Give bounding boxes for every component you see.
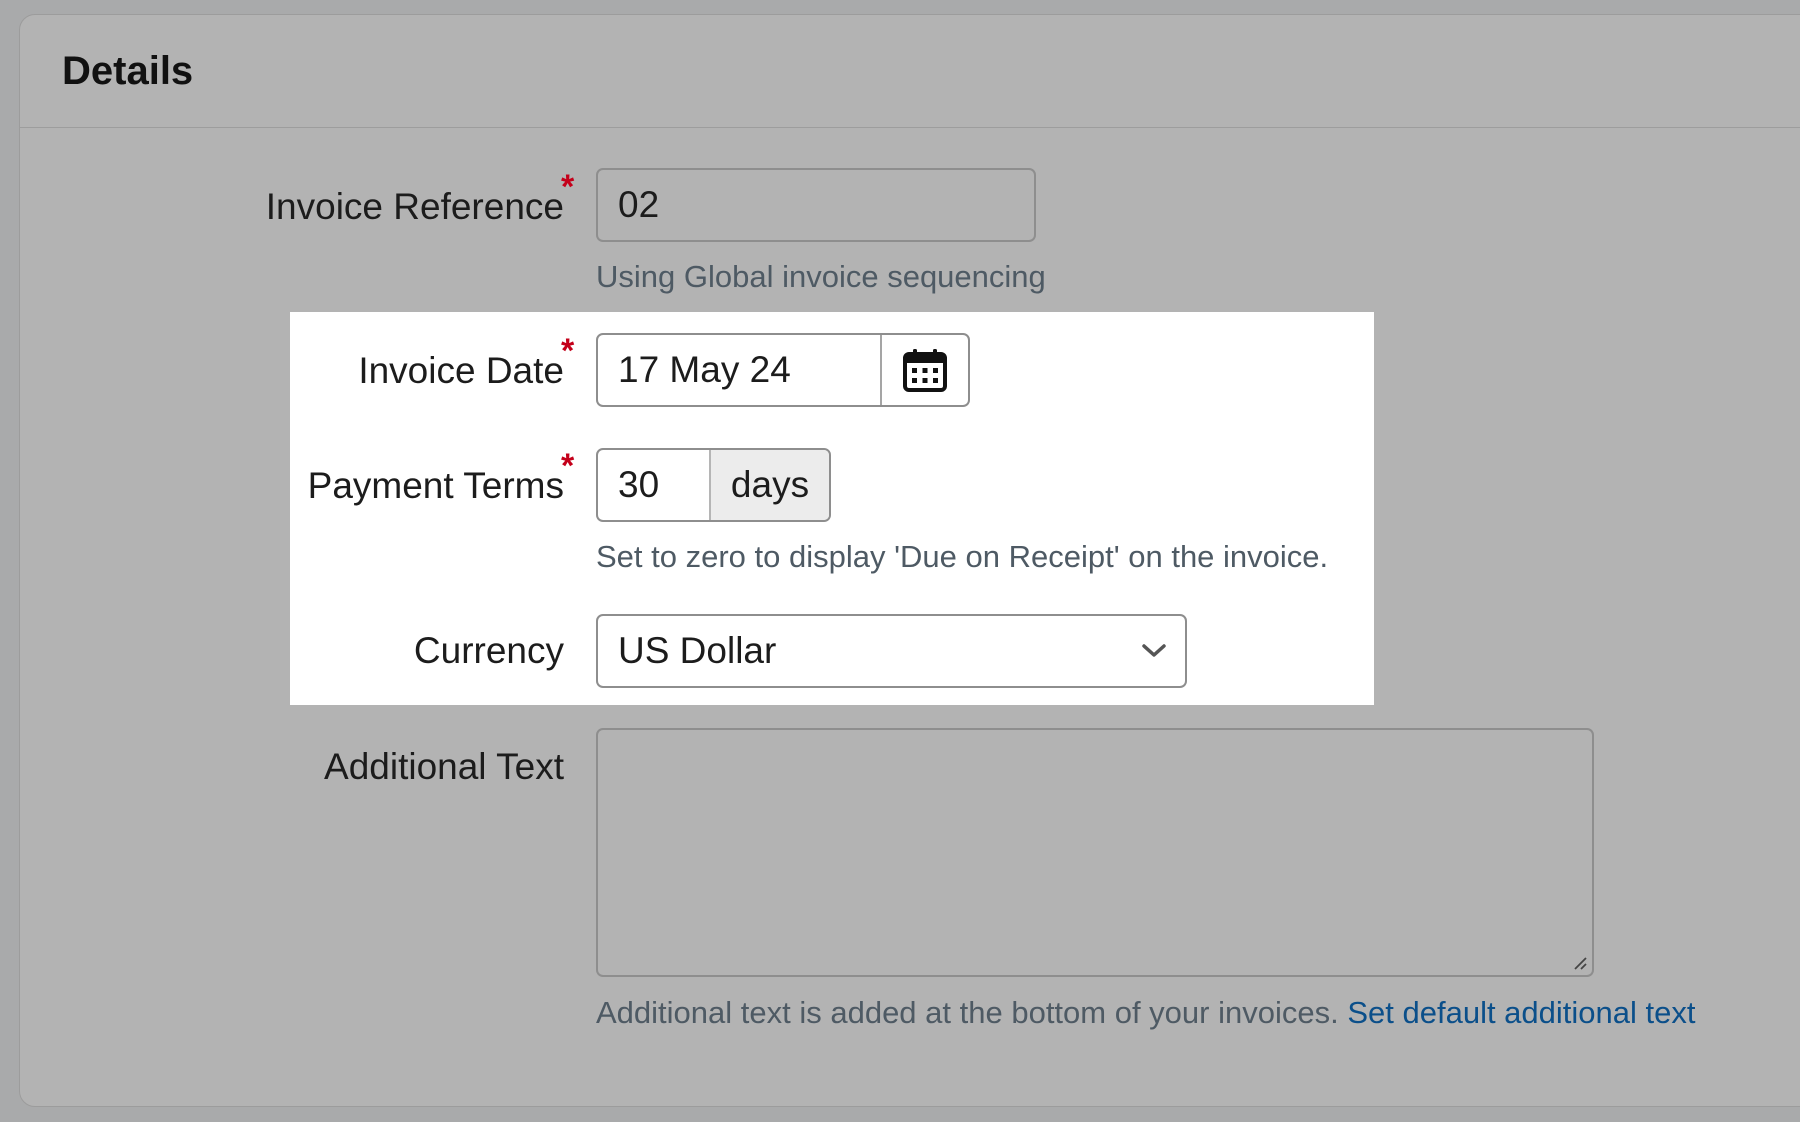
invoice-reference-value: 02 bbox=[618, 184, 660, 225]
set-default-additional-text-link[interactable]: Set default additional text bbox=[1347, 995, 1695, 1030]
required-mark: * bbox=[561, 332, 575, 370]
days-unit-label: days bbox=[730, 464, 810, 505]
payment-terms-help: Set to zero to display 'Due on Receipt' … bbox=[596, 539, 1329, 574]
invoice-reference-label: Invoice Reference bbox=[265, 186, 564, 227]
chevron-down-icon bbox=[1142, 644, 1166, 657]
additional-text-help-line: Additional text is added at the bottom o… bbox=[596, 995, 1695, 1031]
additional-text-textarea[interactable] bbox=[596, 728, 1594, 977]
payment-terms-value: 30 bbox=[618, 464, 660, 505]
required-mark: * bbox=[561, 168, 575, 206]
calendar-button[interactable] bbox=[880, 335, 968, 405]
currency-label: Currency bbox=[413, 630, 564, 671]
invoice-reference-input[interactable]: 02 bbox=[596, 168, 1036, 242]
required-mark: * bbox=[561, 447, 575, 485]
invoice-date-input[interactable]: 17 May 24 bbox=[596, 333, 970, 407]
calendar-icon bbox=[903, 349, 947, 392]
resize-handle-icon[interactable] bbox=[1572, 955, 1588, 971]
additional-text-label: Additional Text bbox=[324, 746, 564, 787]
currency-select[interactable]: US Dollar bbox=[596, 614, 1187, 688]
invoice-date-label: Invoice Date bbox=[358, 350, 564, 391]
payment-terms-input[interactable]: 30 days bbox=[596, 448, 831, 522]
invoice-date-value: 17 May 24 bbox=[618, 349, 791, 390]
currency-selected-value: US Dollar bbox=[618, 630, 777, 671]
invoice-reference-help: Using Global invoice sequencing bbox=[596, 259, 1046, 294]
additional-text-help: Additional text is added at the bottom o… bbox=[596, 995, 1339, 1030]
panel-title: Details bbox=[62, 49, 194, 93]
days-addon: days bbox=[709, 450, 829, 520]
payment-terms-label: Payment Terms bbox=[307, 465, 564, 506]
panel-header: Details bbox=[20, 15, 1800, 128]
